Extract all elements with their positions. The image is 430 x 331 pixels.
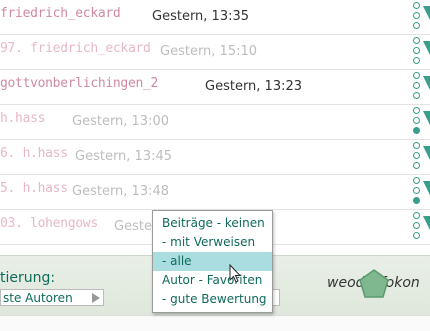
rating-dot-icon[interactable] (413, 162, 420, 169)
rating-dot-icon[interactable] (413, 107, 420, 114)
post-row[interactable]: 6. h.hass Gestern, 13:45 (0, 140, 430, 175)
rating-dot-icon[interactable] (413, 47, 420, 54)
rating-dot-icon[interactable] (413, 142, 420, 149)
post-timestamp: Gestern, 13:23 (205, 79, 303, 94)
post-row[interactable]: gottvonberlichingen_2 Gestern, 13:23 (0, 70, 430, 105)
post-timestamp: Gestern, 15:10 (160, 44, 258, 59)
menu-item[interactable]: - mit Verweisen (153, 233, 272, 252)
post-author[interactable]: 5. h.hass (0, 181, 68, 196)
rating-dot-icon[interactable] (413, 232, 420, 239)
menu-item[interactable]: - gute Bewertung (153, 290, 272, 309)
post-row[interactable]: friedrich_eckard Gestern, 13:35 (0, 0, 430, 35)
rating-dots[interactable] (413, 72, 423, 102)
post-timestamp: Gestern, 13:48 (72, 184, 170, 199)
mouse-pointer-icon (229, 264, 242, 283)
post-author[interactable]: 6. h.hass (0, 146, 68, 161)
post-list: friedrich_eckard Gestern, 13:35 97. friedr… (0, 0, 430, 245)
rating-dot-icon[interactable] (413, 212, 420, 219)
rating-dot-icon[interactable] (413, 72, 420, 79)
post-author[interactable]: h.hass (0, 111, 45, 126)
corner-marker-icon (423, 6, 430, 20)
post-author[interactable]: 97. friedrich_eckard (0, 41, 151, 56)
rating-dot-icon[interactable] (413, 117, 420, 124)
post-author[interactable]: friedrich_eckard (0, 6, 121, 21)
menu-item[interactable]: Beiträge - keinen (153, 214, 272, 233)
rating-dots[interactable] (413, 212, 423, 242)
rating-dots[interactable] (413, 107, 423, 137)
corner-marker-icon (423, 146, 430, 160)
rating-dot-icon[interactable] (413, 152, 420, 159)
post-row[interactable]: h.hass Gestern, 13:00 (0, 105, 430, 140)
corner-marker-icon (423, 181, 430, 195)
rating-dot-icon[interactable] (413, 37, 420, 44)
rating-dot-icon[interactable] (413, 82, 420, 89)
rating-dot-icon[interactable] (413, 12, 420, 19)
post-timestamp: Gestern, 13:35 (152, 9, 250, 24)
sort-select-value: ste Autoren (3, 291, 73, 305)
rating-dot-icon[interactable] (413, 127, 420, 134)
corner-marker-icon (423, 76, 430, 90)
sort-select[interactable]: ste Autoren (0, 289, 104, 306)
rating-dots[interactable] (413, 2, 423, 32)
corner-marker-icon (423, 41, 430, 55)
post-author[interactable]: gottvonberlichingen_2 (0, 76, 158, 91)
filter-dropdown-menu: Beiträge - keinen - mit Verweisen - alle Au… (152, 210, 273, 313)
footer-bar (0, 315, 430, 331)
post-timestamp: Gestern, 13:45 (75, 149, 173, 164)
rating-dot-icon[interactable] (413, 187, 420, 194)
rating-dot-icon[interactable] (413, 197, 420, 204)
rating-dots[interactable] (413, 142, 423, 172)
post-row[interactable]: 97. friedrich_eckard Gestern, 15:10 (0, 35, 430, 70)
corner-marker-icon (423, 111, 430, 125)
rating-dot-icon[interactable] (413, 92, 420, 99)
rating-dot-icon[interactable] (413, 22, 420, 29)
sort-label: tierung: (0, 270, 56, 286)
rating-dots[interactable] (413, 37, 423, 67)
post-timestamp: Gestern, 13:00 (72, 114, 170, 129)
menu-item[interactable]: - alle (153, 252, 272, 271)
rating-dots[interactable] (413, 177, 423, 207)
pentagon-logo-icon (359, 269, 389, 298)
rating-dot-icon[interactable] (413, 222, 420, 229)
corner-marker-icon (423, 216, 430, 230)
rating-dot-icon[interactable] (413, 177, 420, 184)
menu-item[interactable]: Autor - Favoriten (153, 271, 272, 290)
post-row[interactable]: 5. h.hass Gestern, 13:48 (0, 175, 430, 210)
dropdown-arrow-icon (92, 293, 100, 303)
rating-dot-icon[interactable] (413, 2, 420, 9)
rating-dot-icon[interactable] (413, 57, 420, 64)
post-author[interactable]: 03. lohengows (0, 216, 98, 231)
